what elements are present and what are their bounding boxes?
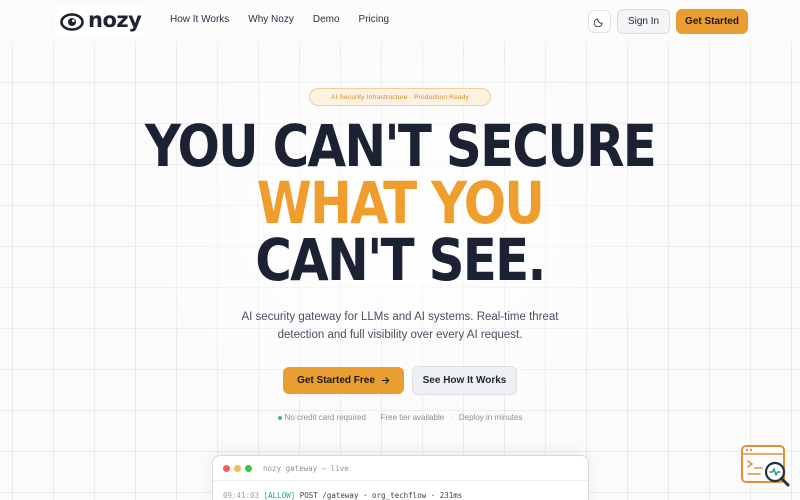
window-minimize-dot-icon (234, 464, 241, 472)
log-request: POST /gateway · org_techflow · 231ms (299, 491, 463, 500)
get-started-free-button[interactable]: Get Started Free (283, 367, 404, 394)
theme-toggle-button[interactable] (588, 10, 611, 33)
separator-dot: · (450, 413, 453, 422)
window-maximize-dot-icon (245, 464, 252, 472)
log-time: 09:41:03 (223, 491, 260, 500)
get-started-button[interactable]: Get Started (676, 9, 748, 34)
feature-free-tier: Free tier available (380, 413, 445, 422)
top-navigation: nozy How It Works Why Nozy Demo Pricing … (0, 0, 800, 43)
feature-label: No credit card required (284, 413, 366, 422)
nav-link-why-nozy[interactable]: Why Nozy (248, 14, 294, 25)
chat-search-icon[interactable] (740, 444, 792, 492)
status-dot-icon (277, 416, 282, 420)
nav-link-demo[interactable]: Demo (313, 14, 340, 25)
headline-line-2: WHAT YOU (256, 169, 545, 237)
hero-subtitle: AI security gateway for LLMs and AI syst… (0, 308, 800, 344)
arrow-right-icon (381, 377, 390, 384)
terminal-header: nozy gateway — live (213, 456, 588, 481)
see-how-it-works-button[interactable]: See How It Works (412, 366, 517, 395)
subtitle-line-2: detection and full visibility over every… (277, 329, 523, 341)
feature-list: No credit card required · Free tier avai… (0, 413, 800, 422)
feature-deploy-minutes: Deploy in minutes (458, 413, 523, 422)
headline-line-3: CAN'T SEE. (255, 226, 546, 294)
terminal-log-line: 09:41:03 [ALLOW] POST /gateway · org_tec… (213, 481, 588, 500)
brand-name: nozy (88, 7, 142, 32)
subtitle-line-1: AI security gateway for LLMs and AI syst… (241, 311, 559, 323)
gateway-terminal: nozy gateway — live 09:41:03 [ALLOW] POS… (212, 455, 589, 500)
hero-headline: YOU CAN'T SECURE WHAT YOU CAN'T SEE. (0, 112, 800, 294)
window-close-dot-icon (223, 464, 230, 472)
log-status: [ALLOW] (263, 491, 296, 500)
nav-link-pricing[interactable]: Pricing (359, 14, 390, 25)
sign-in-button[interactable]: Sign In (617, 9, 670, 34)
terminal-title: nozy gateway — live (263, 463, 349, 473)
nozy-eye-icon (60, 13, 84, 31)
separator-dot: · (371, 413, 375, 422)
headline-line-1: YOU CAN'T SECURE (144, 112, 657, 180)
feature-no-credit-card: No credit card required (277, 413, 366, 422)
moon-icon (594, 18, 603, 27)
cta-primary-label: Get Started Free (297, 375, 375, 386)
brand-logo[interactable]: nozy (55, 6, 145, 36)
nav-links: How It Works Why Nozy Demo Pricing (170, 14, 389, 25)
hero-badge: AI Security Infrastructure · Production … (309, 88, 491, 106)
nav-link-how-it-works[interactable]: How It Works (170, 14, 229, 25)
